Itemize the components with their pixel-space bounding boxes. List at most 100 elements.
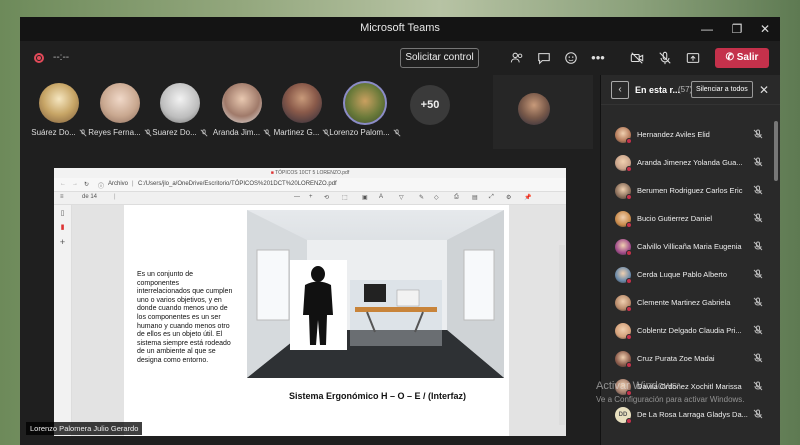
status-dot bbox=[626, 194, 632, 200]
rotate-icon: ⟲ bbox=[324, 195, 330, 201]
address-bar: ← → ↻ ⓘ Archivo | C:/Users/jlo_a/OneDriv… bbox=[54, 178, 566, 192]
avatar bbox=[160, 83, 200, 123]
panel-scrollbar[interactable] bbox=[774, 121, 778, 181]
participant-name: Lorenzo Palom... bbox=[329, 128, 390, 137]
participant-row[interactable]: Cruz Purata Zoe Madai bbox=[601, 345, 780, 373]
participant-row[interactable]: Bucio Gutierrez Daniel bbox=[601, 205, 780, 233]
room-illustration bbox=[247, 210, 504, 378]
maximize-icon[interactable]: ❐ bbox=[723, 17, 751, 41]
participant-tiles: Suárez Do... Reyes Ferna... Suarez Do...… bbox=[20, 75, 600, 153]
window-title: Microsoft Teams bbox=[360, 22, 440, 34]
chevron-left-icon: ‹ bbox=[618, 84, 622, 95]
pdf-sidebar: ▯ ▮ + bbox=[54, 205, 72, 436]
fullscreen-icon: ⤢ bbox=[489, 194, 494, 200]
mic-off-icon[interactable] bbox=[753, 381, 763, 391]
participant-name: Martinez G... bbox=[273, 128, 320, 137]
pdf-page: Es un conjunto de componentes interrelac… bbox=[124, 205, 509, 436]
camera-off-icon[interactable] bbox=[626, 47, 648, 69]
phone-icon: ✆ bbox=[725, 52, 737, 63]
zoom-in-icon: + bbox=[309, 194, 313, 200]
leave-button[interactable]: ✆ Salir bbox=[715, 48, 769, 68]
participant-row[interactable]: Berumen Rodriguez Carlos Eric bbox=[601, 177, 780, 205]
mic-off-icon bbox=[393, 129, 401, 137]
thumbnail-icon[interactable]: ▯ bbox=[54, 209, 71, 217]
refresh-icon: ↻ bbox=[84, 182, 90, 188]
status-dot bbox=[626, 306, 632, 312]
page-body-text: Es un conjunto de componentes interrelac… bbox=[137, 271, 233, 364]
recording-icon bbox=[34, 53, 44, 63]
mic-off-icon[interactable] bbox=[753, 409, 763, 419]
mic-off-icon[interactable] bbox=[654, 47, 676, 69]
mic-off-icon[interactable] bbox=[753, 353, 763, 363]
avatar bbox=[518, 93, 550, 125]
participant-name: Reyes Ferna... bbox=[88, 128, 141, 137]
eraser-icon: ◇ bbox=[434, 195, 439, 201]
participant-name: Coblentz Delgado Claudia Pri... bbox=[637, 326, 742, 335]
participant-row[interactable]: Hernandez Aviles Elid bbox=[601, 121, 780, 149]
close-icon[interactable]: ✕ bbox=[759, 83, 769, 97]
request-control-button[interactable]: Solicitar control bbox=[400, 48, 479, 68]
mic-off-icon[interactable] bbox=[753, 241, 763, 251]
participant-name: Cruz Purata Zoe Madai bbox=[637, 354, 715, 363]
activation-watermark: Activar Windows bbox=[596, 380, 678, 392]
participant-row[interactable]: Calvillo Villicaña Maria Eugenia bbox=[601, 233, 780, 261]
participant-name: Clemente Martinez Gabriela bbox=[637, 298, 731, 307]
mic-off-icon[interactable] bbox=[753, 157, 763, 167]
participant-row[interactable]: Cerda Luque Pablo Alberto bbox=[601, 261, 780, 289]
bookmark-icon[interactable]: ▮ bbox=[54, 223, 71, 231]
meeting-stage: Suárez Do... Reyes Ferna... Suarez Do...… bbox=[20, 75, 600, 445]
mic-off-icon[interactable] bbox=[753, 297, 763, 307]
status-dot bbox=[626, 250, 632, 256]
more-icon[interactable]: ••• bbox=[587, 47, 609, 69]
ergonomic-system-illustration bbox=[247, 210, 504, 378]
contents-icon: ≡ bbox=[60, 194, 64, 200]
save-icon: ▤ bbox=[472, 195, 478, 201]
mic-off-icon[interactable] bbox=[753, 325, 763, 335]
participant-name: Aranda Jimenez Yolanda Gua... bbox=[637, 158, 743, 167]
title-bar: Microsoft Teams — ❐ ✕ bbox=[20, 17, 780, 41]
participant-tile[interactable]: Lorenzo Palom... bbox=[325, 81, 405, 137]
address-text: C:/Users/jlo_a/OneDrive/Escritorio/TÓPIC… bbox=[138, 181, 337, 187]
shared-screen: ■ TÓPICOS 10CT 5 LORENZO.pdf ← → ↻ ⓘ Arc… bbox=[54, 168, 566, 436]
mic-off-icon[interactable] bbox=[753, 269, 763, 279]
page-view-icon: ▣ bbox=[362, 195, 368, 201]
shared-tab-title: ■ TÓPICOS 10CT 5 LORENZO.pdf bbox=[54, 168, 566, 178]
participant-name: Aranda Jim... bbox=[212, 128, 261, 137]
add-icon[interactable]: + bbox=[54, 237, 71, 247]
status-dot bbox=[626, 334, 632, 340]
participant-name: Bucio Gutierrez Daniel bbox=[637, 214, 713, 223]
reactions-icon[interactable] bbox=[560, 47, 582, 69]
participant-row[interactable]: Clemente Martinez Gabriela bbox=[601, 289, 780, 317]
minimize-icon[interactable]: — bbox=[693, 17, 721, 41]
mute-all-button[interactable]: Silenciar a todos bbox=[691, 81, 753, 98]
back-button[interactable]: ‹ bbox=[611, 81, 629, 99]
settings-icon: ⚙ bbox=[506, 195, 512, 201]
participant-name: Berumen Rodriguez Carlos Eric bbox=[637, 186, 743, 195]
participant-name: Hernandez Aviles Elid bbox=[637, 130, 710, 139]
participant-name: Cerda Luque Pablo Alberto bbox=[637, 270, 728, 279]
people-icon[interactable] bbox=[506, 47, 528, 69]
status-dot bbox=[626, 222, 632, 228]
fit-page-icon: ⬚ bbox=[342, 195, 348, 201]
self-video-tile[interactable] bbox=[493, 75, 593, 149]
status-dot bbox=[626, 362, 632, 368]
participant-row[interactable]: Aranda Jimenez Yolanda Gua... bbox=[601, 149, 780, 177]
participant-name: Suarez Do... bbox=[152, 128, 197, 137]
chat-icon[interactable] bbox=[533, 47, 555, 69]
draw-icon: ▽ bbox=[399, 195, 404, 201]
participant-row[interactable]: DD De La Rosa Larraga Gladys Da... bbox=[601, 401, 780, 429]
pin-icon: 📌 bbox=[524, 195, 532, 201]
participant-row[interactable]: Coblentz Delgado Claudia Pri... bbox=[601, 317, 780, 345]
share-icon[interactable] bbox=[682, 47, 704, 69]
close-window-icon[interactable]: ✕ bbox=[751, 17, 779, 41]
mic-off-icon[interactable] bbox=[753, 129, 763, 139]
more-participants-badge[interactable]: +50 bbox=[410, 85, 450, 125]
meeting-timer: --:-- bbox=[53, 52, 70, 63]
status-dot bbox=[626, 166, 632, 172]
pdf-scrollbar[interactable] bbox=[559, 245, 565, 425]
mic-off-icon[interactable] bbox=[753, 213, 763, 223]
print-icon: ⎙ bbox=[454, 194, 459, 200]
participant-name: Suárez Do... bbox=[31, 128, 76, 137]
address-label: Archivo bbox=[108, 181, 129, 187]
mic-off-icon[interactable] bbox=[753, 185, 763, 195]
